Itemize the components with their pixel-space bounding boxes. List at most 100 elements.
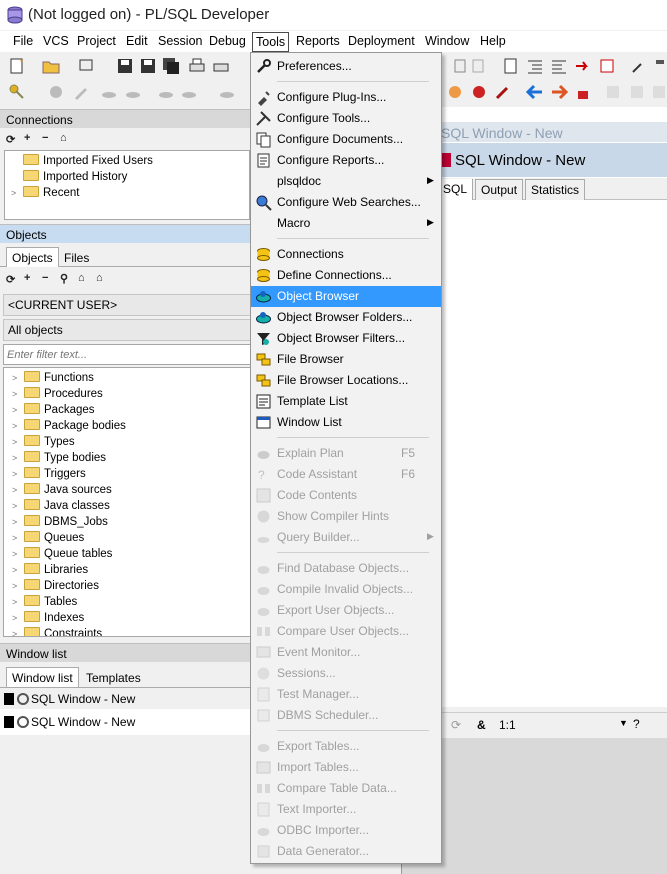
tree-item[interactable]: > Triggers	[12, 467, 86, 483]
lock-icon[interactable]	[574, 83, 592, 101]
refresh-icon[interactable]: ⟳	[6, 133, 15, 146]
menu-item-import-tables[interactable]: Import Tables...	[251, 757, 441, 778]
menu-item-event-monitor[interactable]: Event Monitor...	[251, 642, 441, 663]
menu-item-macro[interactable]: Macro ▶	[251, 213, 441, 234]
list-item[interactable]: SQL Window - New	[0, 712, 251, 732]
tree-item[interactable]: > Functions	[12, 371, 94, 387]
tree-item[interactable]: > Tables	[12, 595, 77, 611]
list-item[interactable]: SQL Window - New	[0, 689, 251, 709]
tree-item[interactable]: > Queue tables	[12, 547, 112, 563]
menu-item-compile-invalid-objects[interactable]: Compile Invalid Objects...	[251, 579, 441, 600]
format-icon[interactable]	[452, 57, 470, 75]
tree-item[interactable]: > Package bodies	[12, 419, 126, 435]
tree-item[interactable]: > Types	[12, 435, 75, 451]
menu-item-file-browser-locations[interactable]: File Browser Locations...	[251, 370, 441, 391]
menu-item-template-list[interactable]: Template List	[251, 391, 441, 412]
tree-item[interactable]: > Constraints	[12, 627, 102, 636]
wrench-toolbar-icon[interactable]	[630, 57, 648, 75]
menu-session[interactable]: Session	[158, 34, 202, 48]
menu-item-configure-documents[interactable]: Configure Documents...	[251, 129, 441, 150]
tree-item[interactable]: > Java classes	[12, 499, 110, 515]
menu-item-define-connections[interactable]: Define Connections...	[251, 265, 441, 286]
new-icon[interactable]: *	[8, 57, 26, 75]
tree-item[interactable]: > Libraries	[12, 563, 88, 579]
tree-item[interactable]: > Java sources	[12, 483, 112, 499]
tree-item[interactable]: Imported History	[11, 170, 127, 186]
tree-item[interactable]: > Indexes	[12, 611, 84, 627]
remove-icon[interactable]: −	[42, 132, 48, 144]
tab-files[interactable]: Files	[58, 247, 95, 267]
menu-item-object-browser[interactable]: Object Browser	[251, 286, 441, 307]
add-icon[interactable]: +	[24, 272, 30, 284]
add-icon[interactable]: +	[24, 132, 30, 144]
menu-tools[interactable]: Tools	[252, 32, 290, 52]
indent-icon[interactable]	[526, 57, 544, 75]
tab-templates[interactable]: Templates	[80, 667, 147, 687]
menu-deployment[interactable]: Deployment	[348, 34, 415, 48]
arrow-red-icon[interactable]	[574, 57, 592, 75]
commit-icon[interactable]	[100, 83, 118, 101]
object-filter-selector[interactable]: All objects	[3, 319, 251, 341]
pin-icon[interactable]	[651, 57, 667, 75]
menu-item-object-browser-filters[interactable]: Object Browser Filters...	[251, 328, 441, 349]
menu-item-configure-web-searches[interactable]: Configure Web Searches...	[251, 192, 441, 213]
menu-item-test-manager[interactable]: Test Manager...	[251, 684, 441, 705]
tree-item[interactable]: > Recent	[11, 186, 79, 202]
forward-arrow-icon[interactable]	[550, 83, 568, 101]
tree-item[interactable]: > Packages	[12, 403, 95, 419]
rollback-icon[interactable]	[124, 83, 142, 101]
menu-debug[interactable]: Debug	[209, 34, 246, 48]
folder-add-icon[interactable]: ⌂	[60, 132, 67, 144]
menu-item-code-contents[interactable]: Code Contents	[251, 485, 441, 506]
print-setup-icon[interactable]	[212, 57, 230, 75]
clear-icon[interactable]	[494, 83, 512, 101]
menu-item-explain-plan[interactable]: Explain Plan F5	[251, 443, 441, 464]
page-icon[interactable]	[470, 57, 488, 75]
menu-reports[interactable]: Reports	[296, 34, 340, 48]
back-arrow-icon[interactable]	[526, 83, 544, 101]
chevron-down-icon[interactable]: ▼	[619, 718, 628, 728]
menu-vcs[interactable]: VCS	[43, 34, 69, 48]
sql-window-title-active[interactable]: SQL Window - New	[441, 143, 667, 177]
folder-icon[interactable]: ⌂	[96, 272, 103, 284]
tree-item[interactable]: > Procedures	[12, 387, 103, 403]
menu-project[interactable]: Project	[77, 34, 116, 48]
tab-sql[interactable]: SQL	[437, 179, 474, 200]
menu-item-dbms-scheduler[interactable]: DBMS Scheduler...	[251, 705, 441, 726]
open-icon[interactable]	[42, 57, 60, 75]
plsql-icon[interactable]	[180, 83, 198, 101]
save-all-icon[interactable]	[162, 57, 180, 75]
menu-item-file-browser[interactable]: File Browser	[251, 349, 441, 370]
menu-item-window-list[interactable]: Window List	[251, 412, 441, 433]
print-icon[interactable]	[188, 57, 206, 75]
bookmark-icon[interactable]	[446, 83, 464, 101]
unindent-icon[interactable]	[550, 57, 568, 75]
tree-item[interactable]: > Type bodies	[12, 451, 106, 467]
menu-item-configure-reports[interactable]: Configure Reports...	[251, 150, 441, 171]
menu-file[interactable]: File	[13, 34, 33, 48]
menu-item-sessions[interactable]: Sessions...	[251, 663, 441, 684]
menu-item-odbc-importer[interactable]: ODBC Importer...	[251, 820, 441, 841]
menu-item-configure-tools[interactable]: Configure Tools...	[251, 108, 441, 129]
filter-input[interactable]	[3, 344, 251, 365]
tab-window-list[interactable]: Window list	[6, 667, 79, 687]
menu-edit[interactable]: Edit	[126, 34, 148, 48]
query-icon[interactable]	[157, 83, 175, 101]
menu-item-export-user-objects[interactable]: Export User Objects...	[251, 600, 441, 621]
find-icon[interactable]: ⚲	[60, 272, 68, 285]
tab-statistics[interactable]: Statistics	[525, 179, 586, 200]
tab-output[interactable]: Output	[475, 179, 524, 200]
save-icon[interactable]	[116, 57, 134, 75]
tree-item[interactable]: > DBMS_Jobs	[12, 515, 108, 531]
uncomment-icon[interactable]	[598, 57, 616, 75]
menu-item-code-assistant[interactable]: ? Code Assistant F6	[251, 464, 441, 485]
menu-help[interactable]: Help	[480, 34, 506, 48]
settings-gear-icon[interactable]	[47, 83, 65, 101]
help-indicator[interactable]: ?	[633, 717, 640, 731]
key-icon[interactable]	[8, 83, 26, 101]
menu-item-plsqldoc[interactable]: plsqldoc ▶	[251, 171, 441, 192]
tree-item[interactable]: Imported Fixed Users	[11, 154, 153, 170]
sql-window-title-inactive[interactable]: SQL Window - New	[441, 122, 667, 142]
search-doc-icon[interactable]	[502, 57, 520, 75]
print-preview-icon[interactable]	[77, 57, 95, 75]
